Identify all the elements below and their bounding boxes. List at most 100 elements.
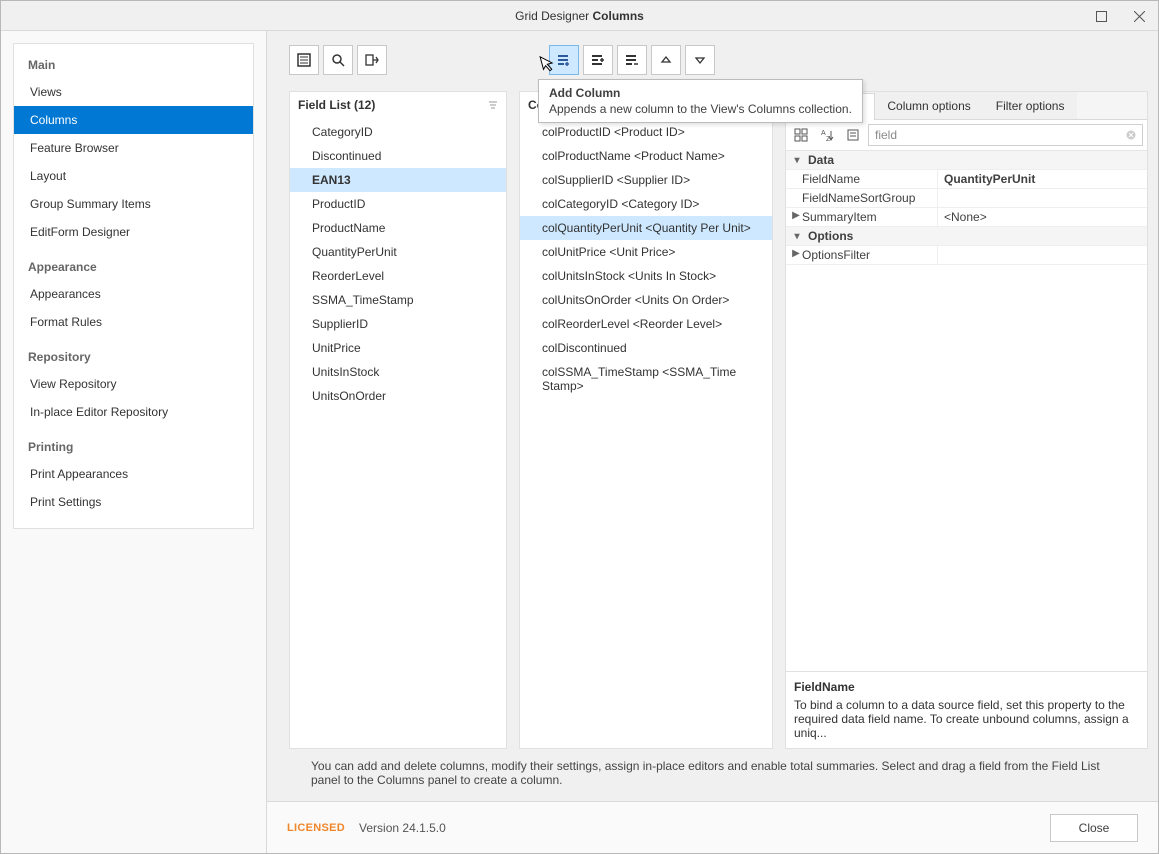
nav-group-header: Appearance <box>14 246 253 280</box>
property-name: FieldName <box>802 172 860 186</box>
field-list-item[interactable]: Discontinued <box>290 144 506 168</box>
field-list[interactable]: CategoryIDDiscontinuedEAN13ProductIDProd… <box>290 118 506 748</box>
content: MainViewsColumnsFeature BrowserLayoutGro… <box>1 31 1158 853</box>
field-list-item[interactable]: SupplierID <box>290 312 506 336</box>
nav-item[interactable]: Print Settings <box>14 488 253 516</box>
property-category[interactable]: ▾ Data <box>786 151 1147 170</box>
nav-item[interactable]: Views <box>14 78 253 106</box>
nav-item[interactable]: Group Summary Items <box>14 190 253 218</box>
field-list-item[interactable]: ReorderLevel <box>290 264 506 288</box>
property-pages-icon[interactable] <box>842 124 864 146</box>
nav-item[interactable]: Appearances <box>14 280 253 308</box>
field-list-title: Field List (12) <box>298 98 375 112</box>
insert-column-button[interactable] <box>583 45 613 75</box>
columns-list-item[interactable]: colUnitPrice <Unit Price> <box>520 240 772 264</box>
columns-list-item[interactable]: colUnitsInStock <Units In Stock> <box>520 264 772 288</box>
remove-column-button[interactable] <box>617 45 647 75</box>
nav-item[interactable]: View Repository <box>14 370 253 398</box>
field-list-item[interactable]: ProductID <box>290 192 506 216</box>
expand-icon[interactable]: ▾ <box>790 155 804 166</box>
property-value[interactable]: <None> <box>938 208 1147 226</box>
columns-list-item[interactable]: colQuantityPerUnit <Quantity Per Unit> <box>520 216 772 240</box>
footer: LICENSED Version 24.1.5.0 Close <box>267 801 1158 853</box>
categorized-icon[interactable] <box>790 124 812 146</box>
exit-button[interactable] <box>357 45 387 75</box>
columns-list-item[interactable]: colProductID <Product ID> <box>520 120 772 144</box>
sidebar: MainViewsColumnsFeature BrowserLayoutGro… <box>1 31 267 853</box>
columns-list-item[interactable]: colUnitsOnOrder <Units On Order> <box>520 288 772 312</box>
clear-search-icon[interactable] <box>1126 130 1136 140</box>
property-name: FieldNameSortGroup <box>802 191 915 205</box>
field-list-header: Field List (12) <box>290 92 506 118</box>
columns-list-item[interactable]: colReorderLevel <Reorder Level> <box>520 312 772 336</box>
close-button[interactable] <box>1120 1 1158 31</box>
nav-item[interactable]: EditForm Designer <box>14 218 253 246</box>
columns-panel: Col colProductID <Product ID>colProductN… <box>519 91 773 749</box>
nav-item[interactable]: Feature Browser <box>14 134 253 162</box>
main-body: Add Column Appends a new column to the V… <box>267 31 1158 801</box>
nav-group-header: Main <box>14 44 253 78</box>
property-tab[interactable]: Column options <box>874 92 983 119</box>
nav-group-header: Printing <box>14 426 253 460</box>
move-down-button[interactable] <box>685 45 715 75</box>
field-list-item[interactable]: QuantityPerUnit <box>290 240 506 264</box>
expand-icon[interactable]: ▶ <box>790 248 802 262</box>
property-category[interactable]: ▾ Options <box>786 227 1147 246</box>
expand-icon[interactable]: ▶ <box>790 210 802 224</box>
columns-list-item[interactable]: colProductName <Product Name> <box>520 144 772 168</box>
nav-item[interactable]: Columns <box>14 106 253 134</box>
toolbar-group-right <box>549 45 715 75</box>
maximize-button[interactable] <box>1082 1 1120 31</box>
field-list-item[interactable]: CategoryID <box>290 120 506 144</box>
property-search-input[interactable]: field <box>868 124 1143 146</box>
nav-item[interactable]: Format Rules <box>14 308 253 336</box>
property-row[interactable]: FieldName QuantityPerUnit <box>786 170 1147 189</box>
property-row[interactable]: FieldNameSortGroup <box>786 189 1147 208</box>
close-label: Close <box>1079 821 1110 835</box>
property-description-title: FieldName <box>794 680 1139 694</box>
columns-list-item[interactable]: colSSMA_TimeStamp <SSMA_Time Stamp> <box>520 360 772 398</box>
property-description: FieldName To bind a column to a data sou… <box>786 671 1147 748</box>
panels: Add Column Appends a new column to the V… <box>289 91 1148 749</box>
alphabetical-icon[interactable]: AZ <box>816 124 838 146</box>
property-value[interactable]: QuantityPerUnit <box>938 170 1147 188</box>
titlebar: Grid Designer Columns <box>1 1 1158 31</box>
property-description-body: To bind a column to a data source field,… <box>794 698 1139 740</box>
main: Add Column Appends a new column to the V… <box>267 31 1158 853</box>
nav-item[interactable]: In-place Editor Repository <box>14 398 253 426</box>
move-up-button[interactable] <box>651 45 681 75</box>
property-row[interactable]: ▶SummaryItem<None> <box>786 208 1147 227</box>
tooltip-title: Add Column <box>549 86 852 100</box>
search-button[interactable] <box>323 45 353 75</box>
field-list-panel: Field List (12) CategoryIDDiscontinuedEA… <box>289 91 507 749</box>
tooltip-body: Appends a new column to the View's Colum… <box>549 102 852 116</box>
property-value[interactable] <box>938 189 1147 207</box>
hint-text: You can add and delete columns, modify t… <box>289 749 1148 791</box>
add-column-button[interactable] <box>549 45 579 75</box>
field-list-item[interactable]: UnitsOnOrder <box>290 384 506 408</box>
nav-item[interactable]: Layout <box>14 162 253 190</box>
property-category-label: Data <box>808 153 834 167</box>
columns-list-item[interactable]: colSupplierID <Supplier ID> <box>520 168 772 192</box>
close-button[interactable]: Close <box>1050 814 1138 842</box>
property-toolbar: AZ field <box>786 120 1147 151</box>
property-category-label: Options <box>808 229 853 243</box>
columns-list[interactable]: colProductID <Product ID>colProductName … <box>520 118 772 748</box>
field-list-item[interactable]: EAN13 <box>290 168 506 192</box>
property-grid[interactable]: ▾ Data FieldName QuantityPerUnit FieldNameSo… <box>786 151 1147 671</box>
property-tab[interactable]: Filter options <box>983 92 1078 119</box>
property-value[interactable] <box>938 246 1147 264</box>
search-value: field <box>875 128 897 142</box>
field-list-item[interactable]: SSMA_TimeStamp <box>290 288 506 312</box>
field-list-item[interactable]: UnitsInStock <box>290 360 506 384</box>
window-controls <box>1082 1 1158 31</box>
sort-icon[interactable] <box>488 100 498 110</box>
columns-list-item[interactable]: colCategoryID <Category ID> <box>520 192 772 216</box>
field-list-item[interactable]: ProductName <box>290 216 506 240</box>
field-list-item[interactable]: UnitPrice <box>290 336 506 360</box>
layout-panel-button[interactable] <box>289 45 319 75</box>
nav-item[interactable]: Print Appearances <box>14 460 253 488</box>
expand-icon[interactable]: ▾ <box>790 231 804 242</box>
columns-list-item[interactable]: colDiscontinued <box>520 336 772 360</box>
property-row[interactable]: ▶OptionsFilter <box>786 246 1147 265</box>
